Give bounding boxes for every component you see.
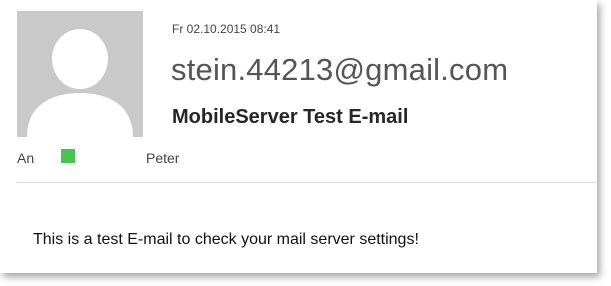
email-subject: MobileServer Test E-mail (172, 106, 409, 128)
sender-avatar (17, 11, 143, 137)
to-label: An (17, 150, 35, 166)
email-body: This is a test E-mail to check your mail… (33, 231, 419, 248)
email-timestamp: Fr 02.10.2015 08:41 (172, 22, 281, 36)
sender-address[interactable]: stein.44213@gmail.com (171, 52, 508, 88)
email-reading-pane: Fr 02.10.2015 08:41 stein.44213@gmail.co… (0, 0, 597, 273)
header-divider (17, 182, 597, 183)
default-person-icon (27, 29, 133, 137)
presence-status-indicator (61, 149, 75, 163)
recipient-name[interactable]: Peter (146, 150, 179, 166)
